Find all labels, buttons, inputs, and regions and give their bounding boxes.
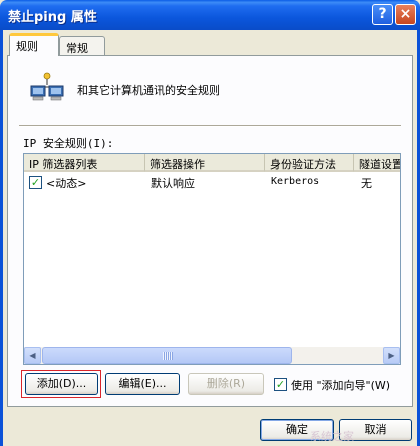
cell-auth-method: Kerberos — [271, 176, 320, 187]
column-header-filter-list[interactable]: IP 筛选器列表 — [24, 154, 145, 172]
scrollbar-thumb[interactable] — [42, 347, 292, 364]
separator — [19, 125, 401, 127]
scroll-left-icon[interactable]: ◀ — [24, 347, 41, 364]
use-wizard-label: 使用 "添加向导"(W) — [291, 379, 391, 392]
rule-checkbox[interactable]: ✓ — [29, 176, 42, 189]
cell-tunnel: 无 — [361, 177, 372, 190]
rules-list[interactable]: IP 筛选器列表 筛选器操作 身份验证方法 隧道设置 ✓ <动态> 默认响应 K… — [23, 153, 401, 365]
cell-filter-list: <动态> — [46, 177, 87, 190]
tab-general[interactable]: 常规 — [59, 36, 105, 56]
tab-rules[interactable]: 规则 — [9, 33, 59, 56]
cell-filter-action: 默认响应 — [151, 177, 195, 190]
remove-button[interactable]: 删除(R) — [188, 373, 264, 395]
rules-list-label: IP 安全规则(I): — [23, 137, 114, 150]
window-border-left — [0, 30, 3, 446]
scrollbar-grip-icon — [163, 352, 173, 360]
horizontal-scrollbar[interactable]: ◀ ▶ — [24, 347, 400, 364]
use-wizard-checkbox[interactable]: ✓ — [274, 378, 287, 391]
column-header-auth-method[interactable]: 身份验证方法 — [265, 154, 354, 172]
close-icon: × — [399, 6, 412, 22]
column-header-tunnel[interactable]: 隧道设置 — [354, 154, 400, 172]
network-computers-icon — [30, 72, 64, 101]
add-button[interactable]: 添加(D)... — [25, 373, 98, 395]
column-header-filter-action[interactable]: 筛选器操作 — [145, 154, 265, 172]
table-row[interactable]: ✓ <动态> 默认响应 Kerberos 无 — [24, 174, 400, 190]
watermark: 系统之家 — [310, 430, 354, 443]
close-button[interactable]: × — [395, 4, 416, 25]
title-bar: 禁止ping 属性 ? × — [0, 0, 420, 30]
help-icon: ? — [378, 6, 387, 22]
edit-button[interactable]: 编辑(E)... — [105, 373, 180, 395]
rules-description: 和其它计算机通讯的安全规则 — [77, 84, 220, 97]
help-button[interactable]: ? — [372, 4, 393, 25]
scroll-right-icon[interactable]: ▶ — [383, 347, 400, 364]
window-title: 禁止ping 属性 — [8, 10, 97, 25]
